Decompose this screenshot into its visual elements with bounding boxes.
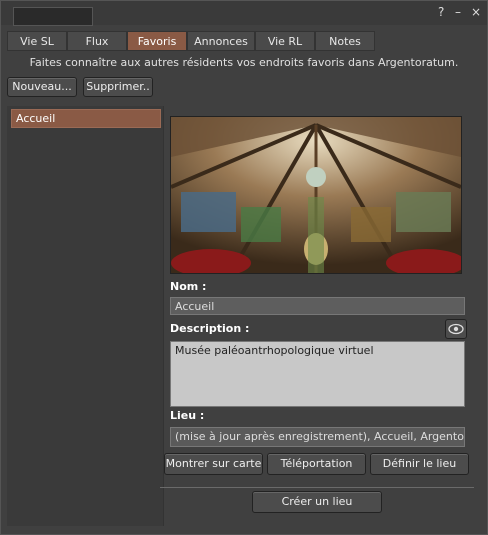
divider [160,487,474,488]
teleport-button[interactable]: Téléportation [267,453,366,475]
picks-list: Accueil [7,106,164,526]
help-icon[interactable]: ? [438,5,444,19]
minimize-icon[interactable]: – [455,5,461,19]
profile-tabs: Vie SL Flux Favoris Annonces Vie RL Note… [7,31,375,51]
set-location-button[interactable]: Définir le lieu [370,453,469,475]
tab-vie-rl[interactable]: Vie RL [255,31,315,51]
title-bar[interactable]: ? – × [1,1,487,26]
eye-icon[interactable] [445,319,467,339]
delete-pick-button[interactable]: Supprimer.. [83,77,153,97]
tab-favoris[interactable]: Favoris [127,31,187,51]
pick-snapshot[interactable] [170,116,462,274]
picks-info-text: Faites connaître aux autres résidents vo… [29,56,459,69]
location-label: Lieu : [170,409,205,422]
name-label: Nom : [170,280,207,293]
picks-window: ? – × Vie SL Flux Favoris Annonces Vie R… [0,0,488,535]
location-field: (mise à jour après enregistrement), Accu… [170,427,465,447]
description-field[interactable]: Musée paléoantrhopologique virtuel [170,341,465,407]
create-place-button[interactable]: Créer un lieu [252,491,382,513]
tab-vie-sl[interactable]: Vie SL [7,31,67,51]
close-icon[interactable]: × [471,5,481,19]
list-item[interactable]: Accueil [11,109,161,128]
description-label: Description : [170,322,250,335]
tab-notes[interactable]: Notes [315,31,375,51]
dome-interior-image [171,117,461,273]
tab-annonces[interactable]: Annonces [187,31,255,51]
show-on-map-button[interactable]: Montrer sur carte [164,453,263,475]
tab-flux[interactable]: Flux [67,31,127,51]
name-field[interactable]: Accueil [170,297,465,315]
window-title-area [13,7,93,26]
new-pick-button[interactable]: Nouveau... [7,77,77,97]
